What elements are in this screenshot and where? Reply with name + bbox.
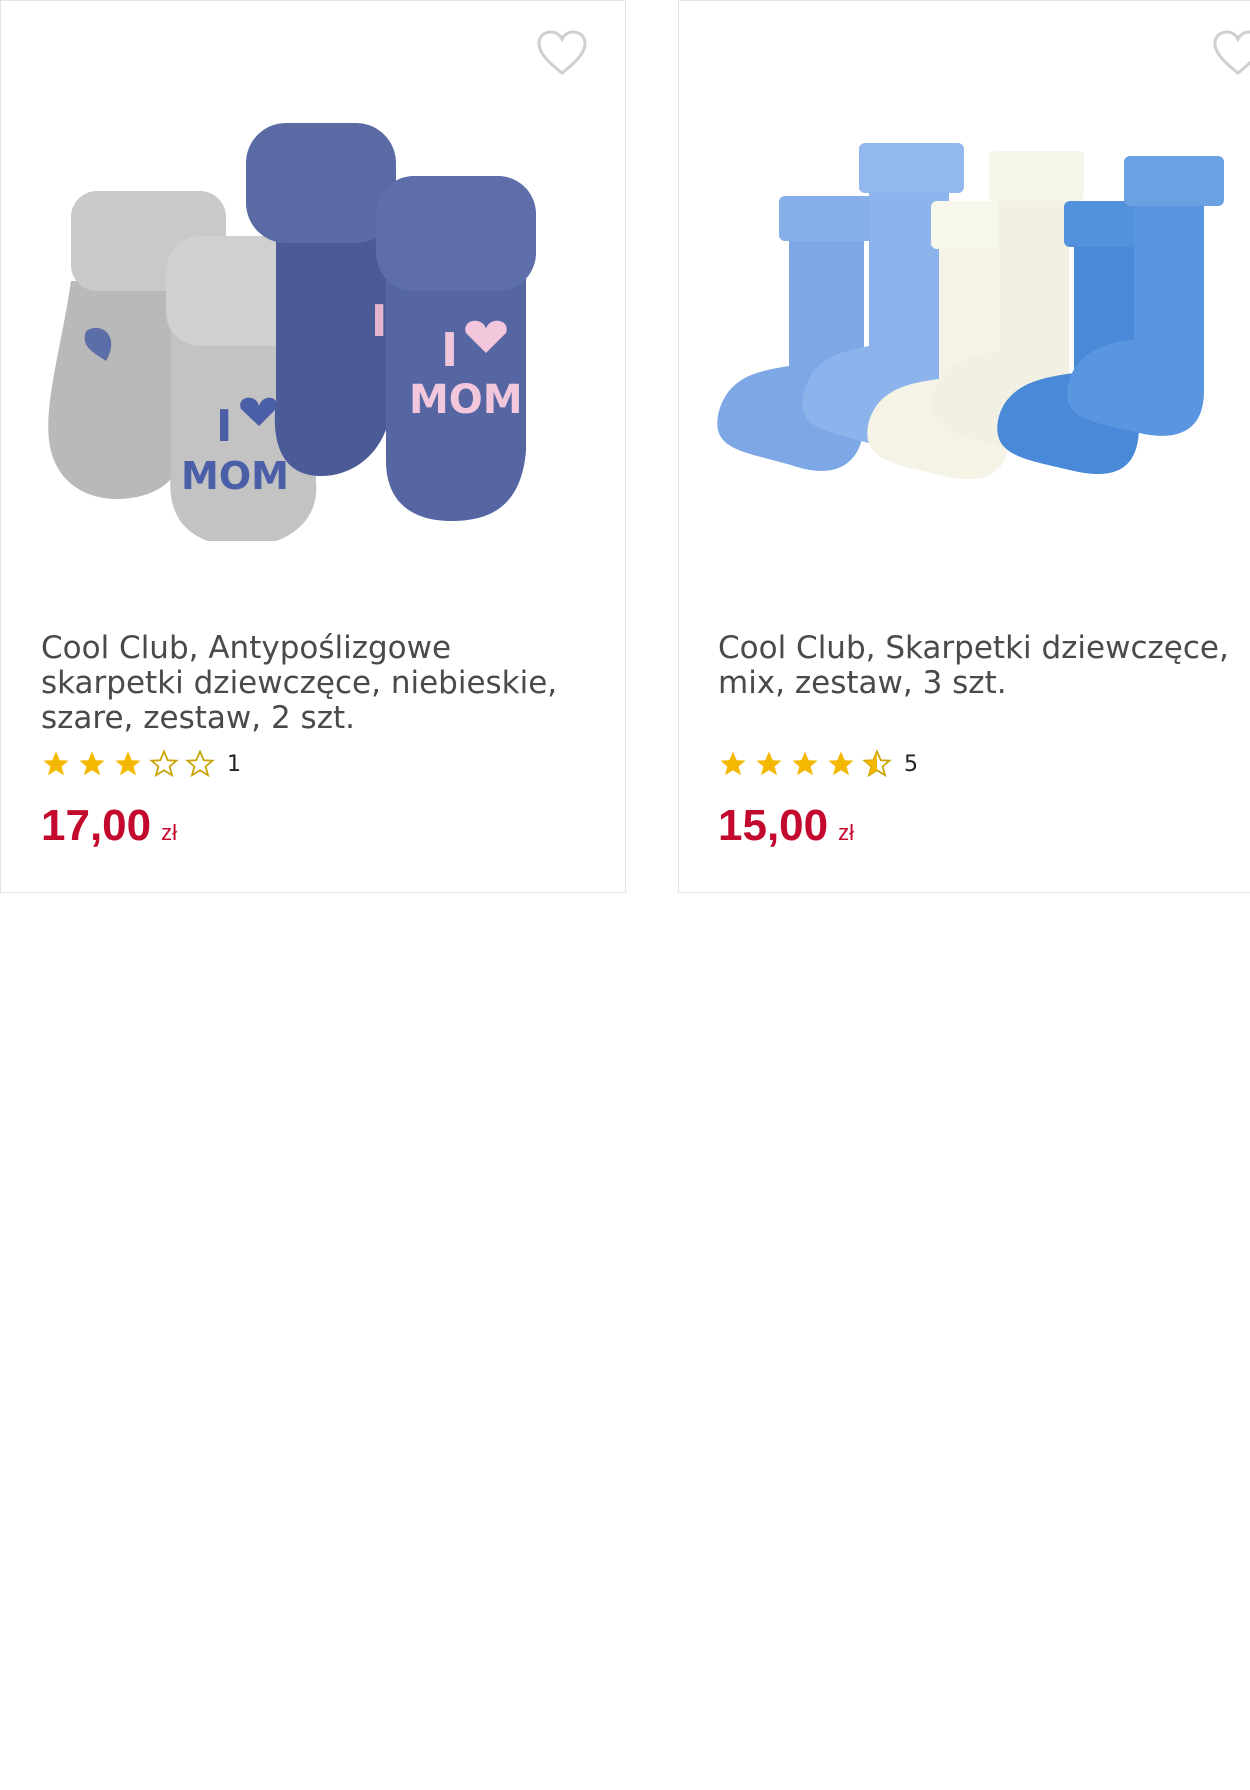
- sock-print: MOM: [409, 377, 523, 423]
- star-empty-icon: [149, 749, 179, 778]
- product-card[interactable]: I MOM I I MOM Cool Club, Antypoślizgowe …: [0, 0, 626, 893]
- price-amount: 15,00: [718, 801, 829, 850]
- star-filled-icon: [79, 751, 105, 776]
- product-card[interactable]: Cool Club, Skarpetki dziewczęce, mix, ze…: [678, 0, 1250, 893]
- rating-stars: 5: [718, 749, 918, 779]
- star-filled-icon: [828, 751, 854, 776]
- heart-icon[interactable]: [1212, 29, 1250, 79]
- sock-print: MOM: [181, 454, 289, 498]
- star-filled-icon: [720, 751, 746, 776]
- review-count: 1: [227, 751, 241, 777]
- heart-icon[interactable]: [536, 29, 588, 79]
- sock-print: I: [216, 401, 232, 452]
- review-count: 5: [904, 751, 918, 777]
- sock-print: I: [441, 323, 458, 377]
- blue-sock-front: I MOM: [376, 176, 536, 521]
- star-filled-icon: [115, 751, 141, 776]
- product-title[interactable]: Cool Club, Skarpetki dziewczęce, mix, ze…: [718, 631, 1250, 701]
- star-filled-icon: [43, 751, 69, 776]
- product-title[interactable]: Cool Club, Antypoślizgowe skarpetki dzie…: [41, 631, 601, 736]
- star-half-icon: [862, 749, 892, 778]
- price-currency: zł: [838, 820, 854, 845]
- product-image[interactable]: [699, 121, 1250, 541]
- star-filled-icon: [756, 751, 782, 776]
- star-filled-icon: [792, 751, 818, 776]
- svg-text:I: I: [371, 296, 387, 347]
- product-price: 17,00 zł: [41, 801, 177, 851]
- price-currency: zł: [161, 820, 177, 845]
- product-price: 15,00 zł: [718, 801, 854, 851]
- rating-stars: 1: [41, 749, 241, 779]
- star-empty-icon: [185, 749, 215, 778]
- price-amount: 17,00: [41, 801, 152, 850]
- product-image[interactable]: I MOM I I MOM: [31, 121, 601, 547]
